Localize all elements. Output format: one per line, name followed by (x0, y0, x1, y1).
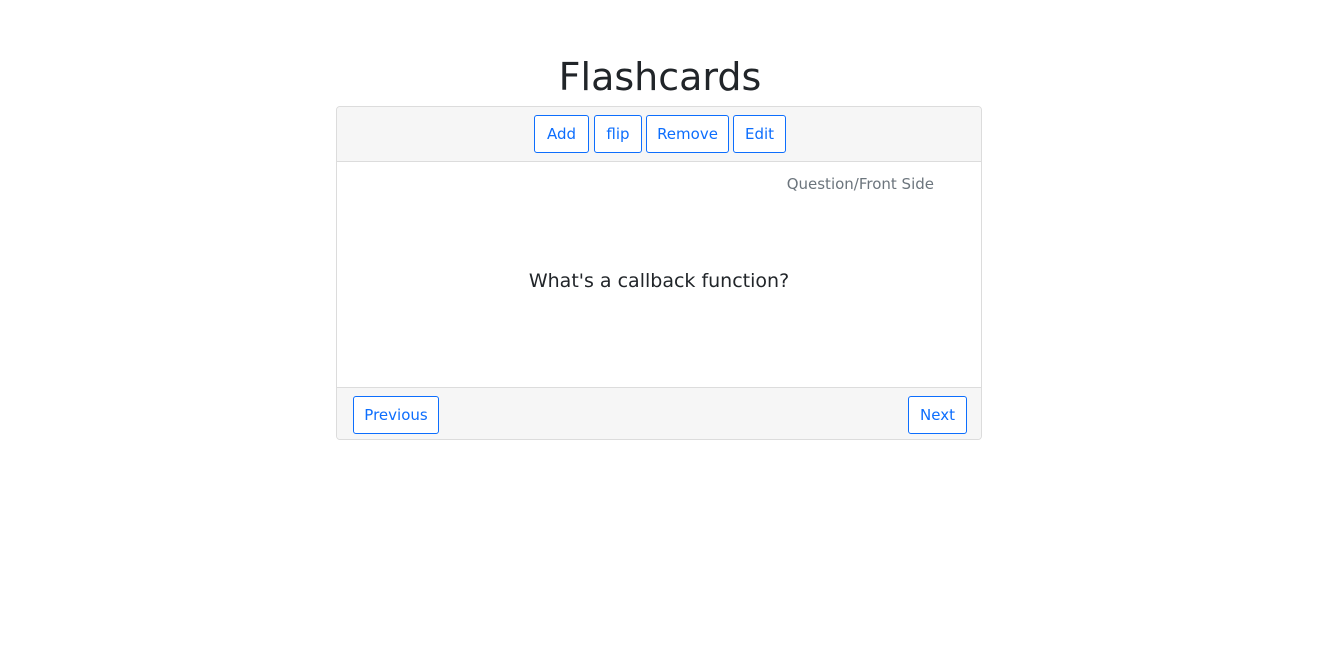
previous-button[interactable]: Previous (353, 396, 439, 434)
flashcard: Add flip Remove Edit Question/Front Side… (336, 106, 982, 440)
card-question-text: What's a callback function? (528, 270, 790, 292)
next-button[interactable]: Next (908, 396, 967, 434)
remove-button[interactable]: Remove (646, 115, 729, 153)
card-navigation: Previous Next (337, 387, 981, 439)
card-side-label: Question/Front Side (786, 175, 934, 193)
page-title: Flashcards (558, 55, 762, 99)
edit-button[interactable]: Edit (733, 115, 786, 153)
card-body: Question/Front Side What's a callback fu… (337, 162, 981, 387)
add-button[interactable]: Add (534, 115, 589, 153)
card-toolbar: Add flip Remove Edit (337, 107, 981, 162)
flip-button[interactable]: flip (594, 115, 642, 153)
